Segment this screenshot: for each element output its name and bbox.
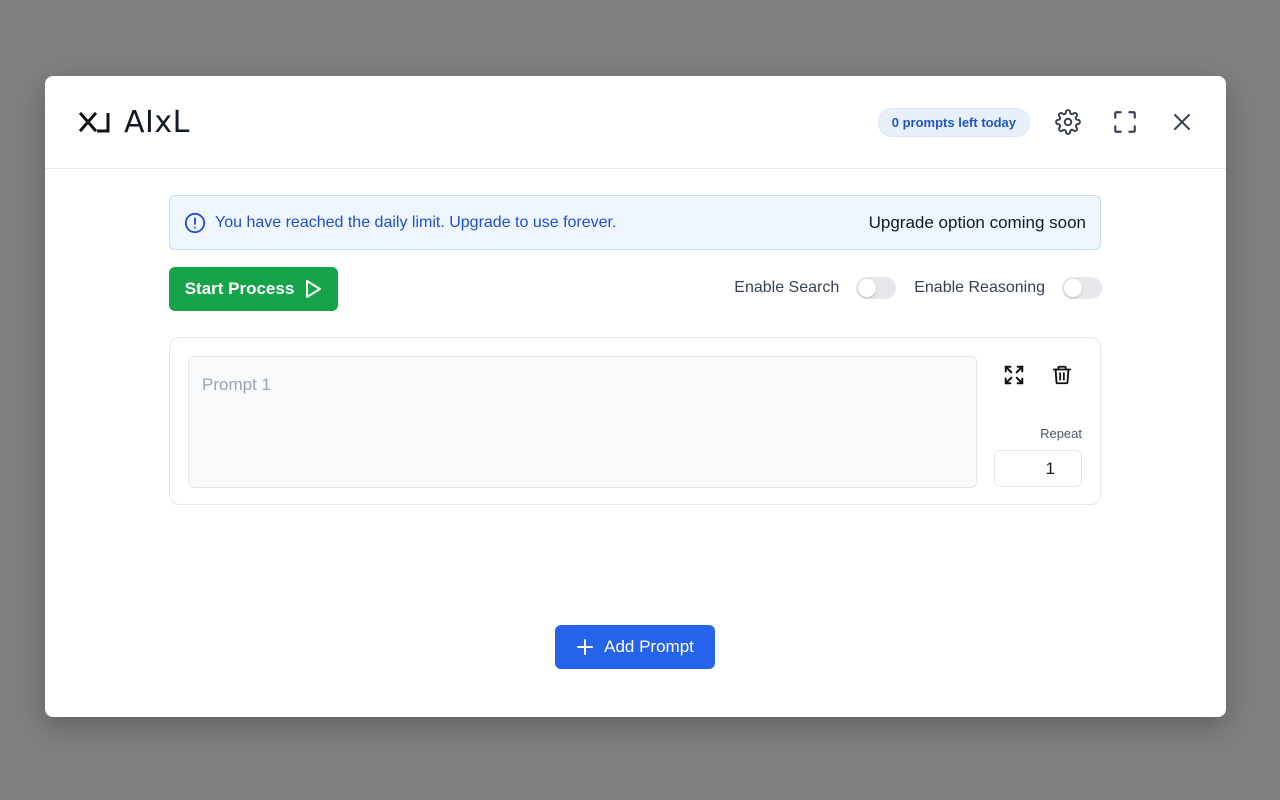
daily-limit-alert: You have reached the daily limit. Upgrad… bbox=[169, 195, 1101, 250]
expand-prompt-button[interactable] bbox=[1001, 362, 1027, 388]
close-icon bbox=[1174, 114, 1190, 130]
gear-icon bbox=[1055, 109, 1081, 135]
repeat-label: Repeat bbox=[1040, 426, 1082, 441]
enable-reasoning-label: Enable Reasoning bbox=[914, 279, 1045, 296]
xl-logo-icon bbox=[78, 111, 110, 133]
upgrade-notice: Upgrade option coming soon bbox=[868, 212, 1086, 232]
prompt-card: Repeat bbox=[169, 337, 1101, 505]
app-title: AIxL bbox=[124, 104, 190, 140]
toggle-knob bbox=[1064, 279, 1082, 297]
modal-dialog: AIxL 0 prompts left today You have reach… bbox=[45, 76, 1226, 717]
settings-button[interactable] bbox=[1050, 104, 1086, 140]
prompt-input[interactable] bbox=[188, 356, 977, 488]
repeat-input[interactable] bbox=[994, 450, 1082, 487]
close-button[interactable] bbox=[1164, 104, 1200, 140]
enable-search-label: Enable Search bbox=[734, 279, 840, 296]
plus-icon bbox=[577, 639, 594, 655]
expand-icon bbox=[1004, 365, 1024, 385]
start-process-label: Start Process bbox=[184, 279, 295, 298]
info-icon bbox=[184, 212, 206, 233]
alert-message: You have reached the daily limit. Upgrad… bbox=[215, 213, 617, 231]
start-process-button[interactable]: Start Process bbox=[169, 267, 338, 311]
modal-header: AIxL 0 prompts left today bbox=[45, 76, 1226, 169]
prompts-left-badge: 0 prompts left today bbox=[877, 107, 1030, 137]
feature-toggles: Enable Search Enable Reasoning bbox=[734, 277, 1102, 299]
header-actions: 0 prompts left today bbox=[877, 104, 1200, 140]
add-prompt-label: Add Prompt bbox=[604, 637, 694, 656]
fullscreen-icon bbox=[1114, 111, 1136, 133]
enable-reasoning-toggle[interactable] bbox=[1062, 277, 1102, 299]
delete-prompt-button[interactable] bbox=[1049, 362, 1075, 388]
fullscreen-button[interactable] bbox=[1107, 104, 1143, 140]
logo: AIxL bbox=[78, 105, 190, 140]
add-prompt-button[interactable]: Add Prompt bbox=[555, 625, 715, 669]
modal-content: You have reached the daily limit. Upgrad… bbox=[45, 169, 1226, 717]
play-icon bbox=[306, 280, 322, 298]
enable-search-toggle[interactable] bbox=[856, 277, 897, 299]
toggle-knob bbox=[858, 279, 877, 297]
trash-icon bbox=[1052, 365, 1072, 385]
